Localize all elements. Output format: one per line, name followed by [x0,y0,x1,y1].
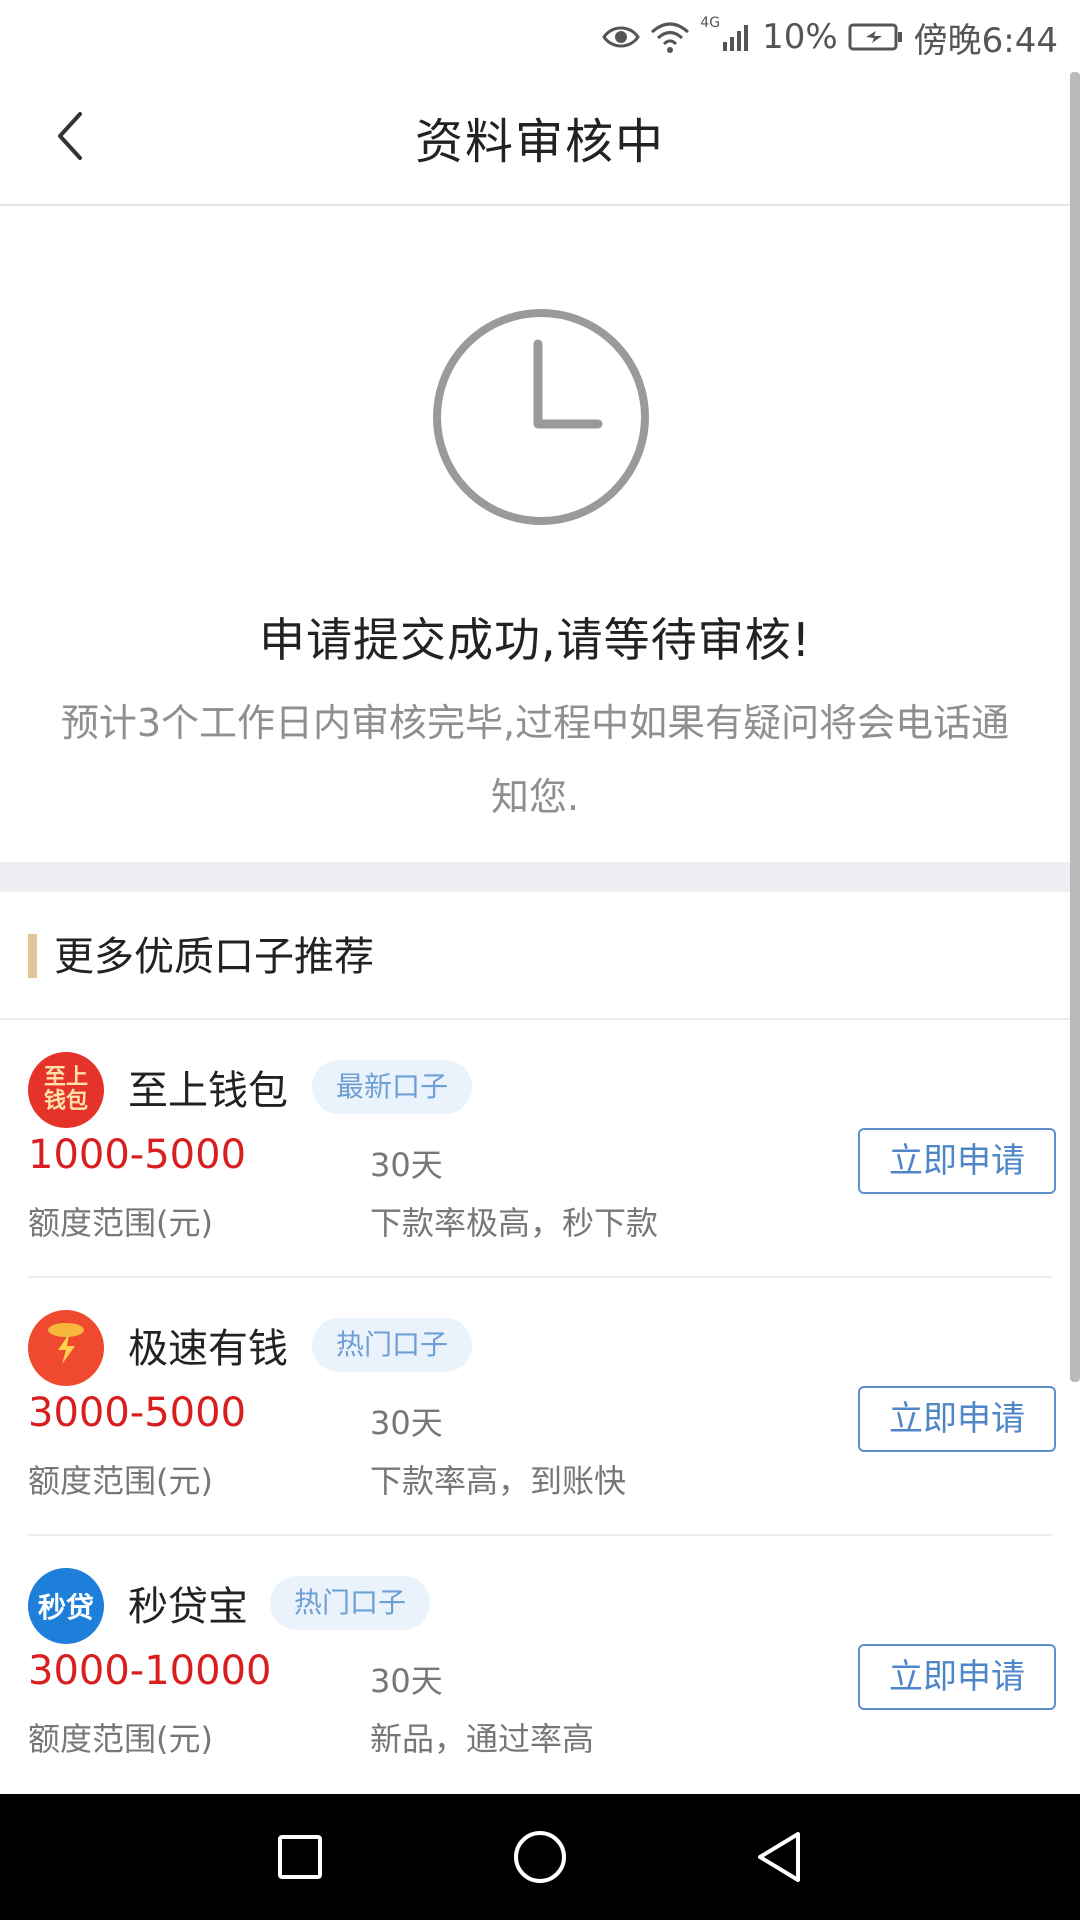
logo-text: 至上钱包 [43,1065,88,1114]
lightning-icon [46,1322,86,1375]
recommend-header: 更多优质口子推荐 [0,892,1070,1020]
amount-range-label: 额度范围(元) [28,1204,213,1242]
loan-term: 30天 [370,1662,443,1700]
submit-success-message: 申请提交成功,请等待审核! [258,613,812,667]
apply-button[interactable]: 立即申请 [858,1386,1056,1452]
product-name: 秒贷宝 [128,1584,248,1630]
loan-term: 30天 [370,1146,443,1184]
triangle-back-icon[interactable] [747,1824,813,1890]
product-description: 下款率高，到账快 [370,1462,627,1500]
amount-range-label: 额度范围(元) [28,1462,213,1500]
product-tag: 热门口子 [312,1318,473,1372]
system-navigation-bar [0,1794,1080,1920]
product-logo: 至上钱包 [28,1052,104,1128]
section-divider [0,862,1070,892]
recommend-title: 更多优质口子推荐 [54,934,374,980]
list-item[interactable]: 秒贷 秒贷宝 热门口子 3000-10000 额度范围(元) 30天 新品，通过… [0,1536,1070,1794]
network-label: 4G [700,15,721,31]
clock-icon [430,306,652,528]
list-item[interactable]: 极速有钱 热门口子 3000-5000 额度范围(元) 30天 下款率高，到账快… [0,1278,1070,1536]
status-bar: 4G 10% 傍晚6:44 [0,0,1080,72]
list-item[interactable]: 至上钱包 至上钱包 最新口子 1000-5000 额度范围(元) 30天 下款率… [0,1020,1070,1278]
clock-time: 傍晚6:44 [913,20,1058,61]
product-description: 新品，通过率高 [370,1720,595,1758]
signal-icon: 4G [700,15,752,52]
amount-range: 1000-5000 [28,1132,247,1178]
product-description: 下款率极高，秒下款 [370,1204,659,1242]
battery-percent: 10% [762,17,838,57]
product-name: 至上钱包 [128,1068,288,1114]
status-icons: 4G 10% 傍晚6:44 [602,12,1058,62]
review-status-section: 申请提交成功,请等待审核! 预计3个工作日内审核完毕,过程中如果有疑问将会电话通… [0,206,1070,862]
section-accent-bar [28,934,37,978]
scrollbar[interactable] [1070,72,1080,1382]
product-name: 极速有钱 [128,1326,288,1372]
square-recent-icon[interactable] [267,1824,333,1890]
review-notice-text: 预计3个工作日内审核完毕,过程中如果有疑问将会电话通知您. [60,701,1010,819]
amount-range: 3000-10000 [28,1648,272,1694]
loan-term: 30天 [370,1404,443,1442]
eye-icon [602,22,641,52]
amount-range: 3000-5000 [28,1390,247,1436]
navigation-bar: 资料审核中 [0,72,1080,206]
page-title: 资料审核中 [414,114,665,170]
logo-text: 秒贷 [37,1591,94,1624]
wifi-icon [650,20,690,54]
battery-icon [848,22,904,52]
circle-home-icon[interactable] [507,1824,573,1890]
amount-range-label: 额度范围(元) [28,1720,213,1758]
product-logo [28,1310,104,1386]
apply-button[interactable]: 立即申请 [858,1644,1056,1710]
product-tag: 最新口子 [312,1060,473,1114]
apply-button[interactable]: 立即申请 [858,1128,1056,1194]
product-logo: 秒贷 [28,1568,104,1644]
product-tag: 热门口子 [270,1576,431,1630]
